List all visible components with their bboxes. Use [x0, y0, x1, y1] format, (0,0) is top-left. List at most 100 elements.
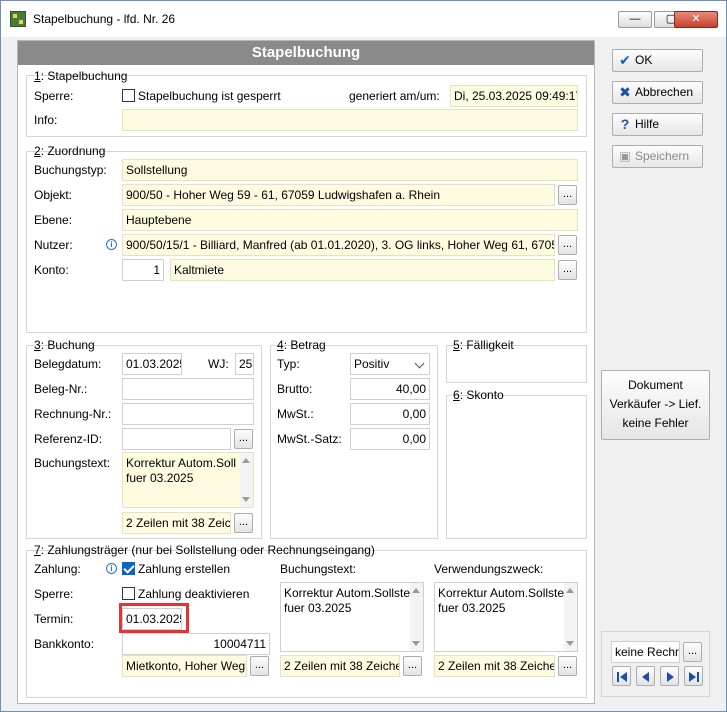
last-bar-icon: [697, 672, 699, 682]
dokument-button[interactable]: Dokument Verkäufer -> Lief. keine Fehler: [601, 370, 710, 440]
zahlung-erstellen-checkbox[interactable]: [122, 562, 135, 575]
wj-label: WJ:: [208, 357, 229, 371]
first-arrow-icon: [620, 672, 627, 682]
referenz-lookup-button[interactable]: ...: [234, 429, 253, 449]
verwendungszweck-area[interactable]: Korrektur Autom.Sollste fuer 03.2025: [434, 582, 578, 652]
wj-field[interactable]: 25: [235, 353, 254, 375]
belegnr-field[interactable]: [122, 378, 254, 400]
zahlung-buchungstext-value: Korrektur Autom.Sollste fuer 03.2025: [284, 586, 411, 615]
group-title-7: 7: Zahlungsträger (nur bei Sollstellung …: [34, 543, 375, 557]
dokument-line-3: keine Fehler: [622, 416, 689, 430]
buchungstext-info-field: 2 Zeilen mit 38 Zeich: [122, 512, 231, 534]
previous-record-button[interactable]: [636, 666, 655, 686]
rechnung-lookup-button[interactable]: ...: [683, 642, 702, 662]
buchungstext-scrollbar[interactable]: [240, 453, 253, 507]
hilfe-button[interactable]: ? Hilfe: [612, 113, 703, 136]
close-button[interactable]: ✕: [674, 11, 718, 28]
window-title: Stapelbuchung - lfd. Nr. 26: [33, 12, 176, 26]
verwendungszweck-edit-button[interactable]: ...: [558, 656, 577, 676]
previous-arrow-icon: [642, 672, 649, 682]
verwendungszweck-value: Korrektur Autom.Sollste fuer 03.2025: [438, 586, 565, 615]
group-title-4: 4: Betrag: [277, 338, 326, 352]
brutto-label: Brutto:: [277, 382, 313, 396]
zahlung-deaktivieren-label: Zahlung deaktivieren: [138, 587, 250, 601]
objekt-field[interactable]: 900/50 - Hoher Weg 59 - 61, 67059 Ludwig…: [122, 184, 555, 206]
bankkonto-label: Bankkonto:: [34, 637, 95, 651]
minimize-button[interactable]: —: [618, 11, 652, 28]
ebene-field[interactable]: Hauptebene: [122, 209, 578, 231]
dokument-line-1: Dokument: [628, 378, 683, 392]
objekt-label: Objekt:: [34, 188, 73, 202]
buchungstext-label: Buchungstext:: [34, 456, 111, 470]
title-bar: Stapelbuchung - lfd. Nr. 26 — ▢ ✕: [1, 1, 726, 37]
zahlung-buchungstext-area[interactable]: Korrektur Autom.Sollste fuer 03.2025: [280, 582, 424, 652]
info-icon[interactable]: i: [106, 563, 117, 574]
speichern-button[interactable]: ▣ Speichern: [612, 145, 703, 168]
info-icon[interactable]: i: [106, 239, 117, 250]
group-title-5: 5: Fälligkeit: [453, 338, 514, 352]
stapel-gesperrt-checkbox[interactable]: [122, 89, 135, 102]
konto-label: Konto:: [34, 263, 69, 277]
mwstsatz-field[interactable]: 0,00: [350, 428, 430, 450]
zahlung-buchungstext-scrollbar[interactable]: [410, 583, 423, 651]
panel-header: Stapelbuchung: [18, 41, 594, 65]
zahlung-buchungstext-edit-button[interactable]: ...: [403, 656, 422, 676]
belegdatum-label: Belegdatum:: [34, 357, 102, 371]
cross-icon: ✖: [619, 84, 631, 100]
buchungstext-edit-button[interactable]: ...: [234, 513, 253, 533]
info-field[interactable]: [122, 109, 578, 131]
konto-nr-field[interactable]: 1: [122, 259, 164, 281]
zahlung-deaktivieren-checkbox[interactable]: [122, 587, 135, 600]
nutzer-lookup-button[interactable]: ...: [558, 235, 577, 255]
rechnung-field: keine Rechn: [611, 641, 680, 663]
konto-lookup-button[interactable]: ...: [558, 260, 577, 280]
rechnungnr-field[interactable]: [122, 403, 254, 425]
generated-field: Di, 25.03.2025 09:49:17: [450, 85, 578, 107]
bankkonto-lookup-button[interactable]: ...: [250, 656, 269, 676]
mwstsatz-label: MwSt.-Satz:: [277, 432, 342, 446]
last-record-button[interactable]: [684, 666, 703, 686]
next-record-button[interactable]: [660, 666, 679, 686]
dokument-line-2: Verkäufer -> Lief.: [609, 397, 702, 411]
speichern-label: Speichern: [635, 149, 690, 163]
dialog-window: Stapelbuchung - lfd. Nr. 26 — ▢ ✕ Stapel…: [0, 0, 727, 712]
objekt-lookup-button[interactable]: ...: [558, 185, 577, 205]
typ-label: Typ:: [277, 357, 300, 371]
belegdatum-field[interactable]: 01.03.2025: [122, 353, 182, 375]
termin-highlight: [119, 603, 189, 633]
typ-select[interactable]: Positiv: [350, 353, 430, 375]
bankkonto-field[interactable]: 10004711: [122, 633, 270, 655]
first-bar-icon: [617, 672, 619, 682]
ok-button[interactable]: ✔ OK: [612, 49, 703, 72]
save-icon: ▣: [619, 149, 631, 163]
first-record-button[interactable]: [612, 666, 631, 686]
termin-label: Termin:: [34, 612, 74, 626]
last-arrow-icon: [689, 672, 696, 682]
abbrechen-button[interactable]: ✖ Abbrechen: [612, 81, 703, 104]
bankkonto-name-field: Mietkonto, Hoher Weg: [122, 655, 247, 677]
buchungstyp-label: Buchungstyp:: [34, 163, 107, 177]
buchungstyp-field[interactable]: Sollstellung: [122, 159, 578, 181]
generated-label: generiert am/um:: [349, 89, 440, 103]
zahlung-label: Zahlung:: [34, 562, 81, 576]
referenz-label: Referenz-ID:: [34, 432, 103, 446]
rechnungnr-label: Rechnung-Nr.:: [34, 407, 112, 421]
verwendungszweck-label: Verwendungszweck:: [434, 562, 544, 576]
zahlung-buchungstext-info: 2 Zeilen mit 38 Zeichen: [280, 655, 400, 677]
referenz-field[interactable]: [122, 428, 231, 450]
buchungstext-area[interactable]: Korrektur Autom.Soll fuer 03.2025: [122, 452, 254, 508]
nutzer-field[interactable]: 900/50/15/1 - Billiard, Manfred (ab 01.0…: [122, 234, 555, 256]
group-title-6: 6: Skonto: [453, 388, 504, 402]
zahlung-erstellen-label: Zahlung erstellen: [138, 562, 231, 576]
next-arrow-icon: [667, 672, 674, 682]
mwst-field[interactable]: 0,00: [350, 403, 430, 425]
stapel-gesperrt-label: Stapelbuchung ist gesperrt: [138, 89, 281, 103]
konto-name-field[interactable]: Kaltmiete: [170, 259, 555, 281]
brutto-field[interactable]: 40,00: [350, 378, 430, 400]
info-label: Info:: [34, 113, 58, 127]
group-title-2: 2: Zuordnung: [34, 144, 106, 158]
verwendungszweck-info: 2 Zeilen mit 38 Zeichen: [434, 655, 555, 677]
group-title-3: 3: Buchung: [34, 338, 95, 352]
ok-label: OK: [635, 53, 653, 67]
verwendungszweck-scrollbar[interactable]: [564, 583, 577, 651]
